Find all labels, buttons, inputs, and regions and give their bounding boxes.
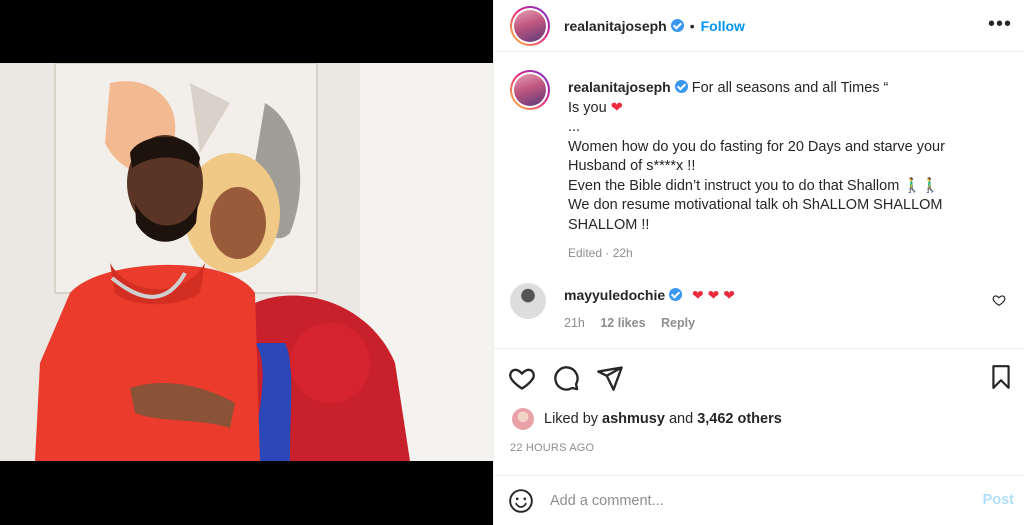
- liked-by-user[interactable]: ashmusy: [602, 411, 665, 427]
- add-comment-bar: Post: [494, 475, 1024, 525]
- commenter-avatar[interactable]: [510, 283, 546, 319]
- comment-time[interactable]: 21h: [564, 316, 585, 330]
- author-avatar[interactable]: [510, 5, 550, 46]
- emoji-icon[interactable]: [508, 488, 534, 514]
- comment-input[interactable]: [550, 492, 950, 509]
- comment-reply-button[interactable]: Reply: [661, 316, 695, 330]
- couple-photo-illustration: [0, 63, 493, 461]
- verified-badge-icon: [670, 19, 684, 32]
- caption-username[interactable]: realanitajoseph: [568, 79, 671, 95]
- likes-summary: Liked by ashmusy and 3,462 others: [512, 408, 782, 430]
- post-modal: realanitajoseph • Follow ••• realanitajo…: [0, 0, 1024, 525]
- bookmark-icon[interactable]: [988, 363, 1014, 391]
- caption-author-avatar[interactable]: [510, 70, 550, 110]
- caption-line-2: Is you: [568, 99, 607, 116]
- post-header: realanitajoseph • Follow •••: [494, 0, 1024, 52]
- caption-text: realanitajoseph For all seasons and all …: [568, 78, 945, 264]
- separator-dot: •: [689, 17, 695, 34]
- caption-line-5: Husband of s****x !!: [568, 158, 696, 174]
- caption-line-8: SHALLOM !!: [568, 216, 650, 233]
- caption-line-7: We don resume motivational talk oh ShALL…: [568, 197, 943, 213]
- heart-outline-icon[interactable]: [508, 364, 536, 392]
- liked-by-and: and: [668, 411, 694, 427]
- liked-by-prefix: Liked by: [544, 411, 599, 427]
- caption-line-3: ...: [568, 119, 581, 135]
- post-side-panel: realanitajoseph • Follow ••• realanitajo…: [493, 0, 1024, 525]
- caption-line-6: Even the Bible didn’t instruct you to do…: [568, 177, 940, 194]
- share-icon[interactable]: [596, 364, 624, 392]
- post-timestamp[interactable]: 22 HOURS AGO: [510, 442, 594, 454]
- commenter-username[interactable]: mayyuledochie: [564, 287, 665, 303]
- liker-avatar[interactable]: [512, 408, 534, 430]
- comment-item: mayyuledochie ❤ ❤ ❤ 21h 12 likes Reply: [510, 283, 1008, 330]
- post-photo[interactable]: [0, 63, 493, 461]
- follow-button[interactable]: Follow: [701, 18, 745, 34]
- action-bar: [494, 348, 1024, 406]
- post-comment-button[interactable]: Post: [983, 492, 1014, 508]
- verified-badge-icon: [669, 288, 683, 301]
- post-caption: realanitajoseph For all seasons and all …: [510, 70, 1008, 264]
- heart-emoji-icon: ❤: [610, 99, 623, 116]
- author-username[interactable]: realanitajoseph: [564, 18, 667, 34]
- post-media: [0, 0, 493, 525]
- caption-meta: Edited · 22h: [568, 246, 633, 260]
- verified-badge-icon: [674, 80, 688, 93]
- caption-line-4: Women how do you do fasting for 20 Days …: [568, 138, 945, 155]
- comment-icon[interactable]: [552, 364, 580, 392]
- comment-heart-icon[interactable]: [992, 293, 1006, 307]
- caption-line-1: For all seasons and all Times “: [691, 80, 889, 96]
- comment-text: ❤ ❤ ❤: [692, 287, 736, 303]
- comment-likes[interactable]: 12 likes: [600, 316, 645, 330]
- more-horizontal-icon[interactable]: •••: [988, 14, 1012, 34]
- liked-by-others[interactable]: 3,462 others: [697, 411, 782, 427]
